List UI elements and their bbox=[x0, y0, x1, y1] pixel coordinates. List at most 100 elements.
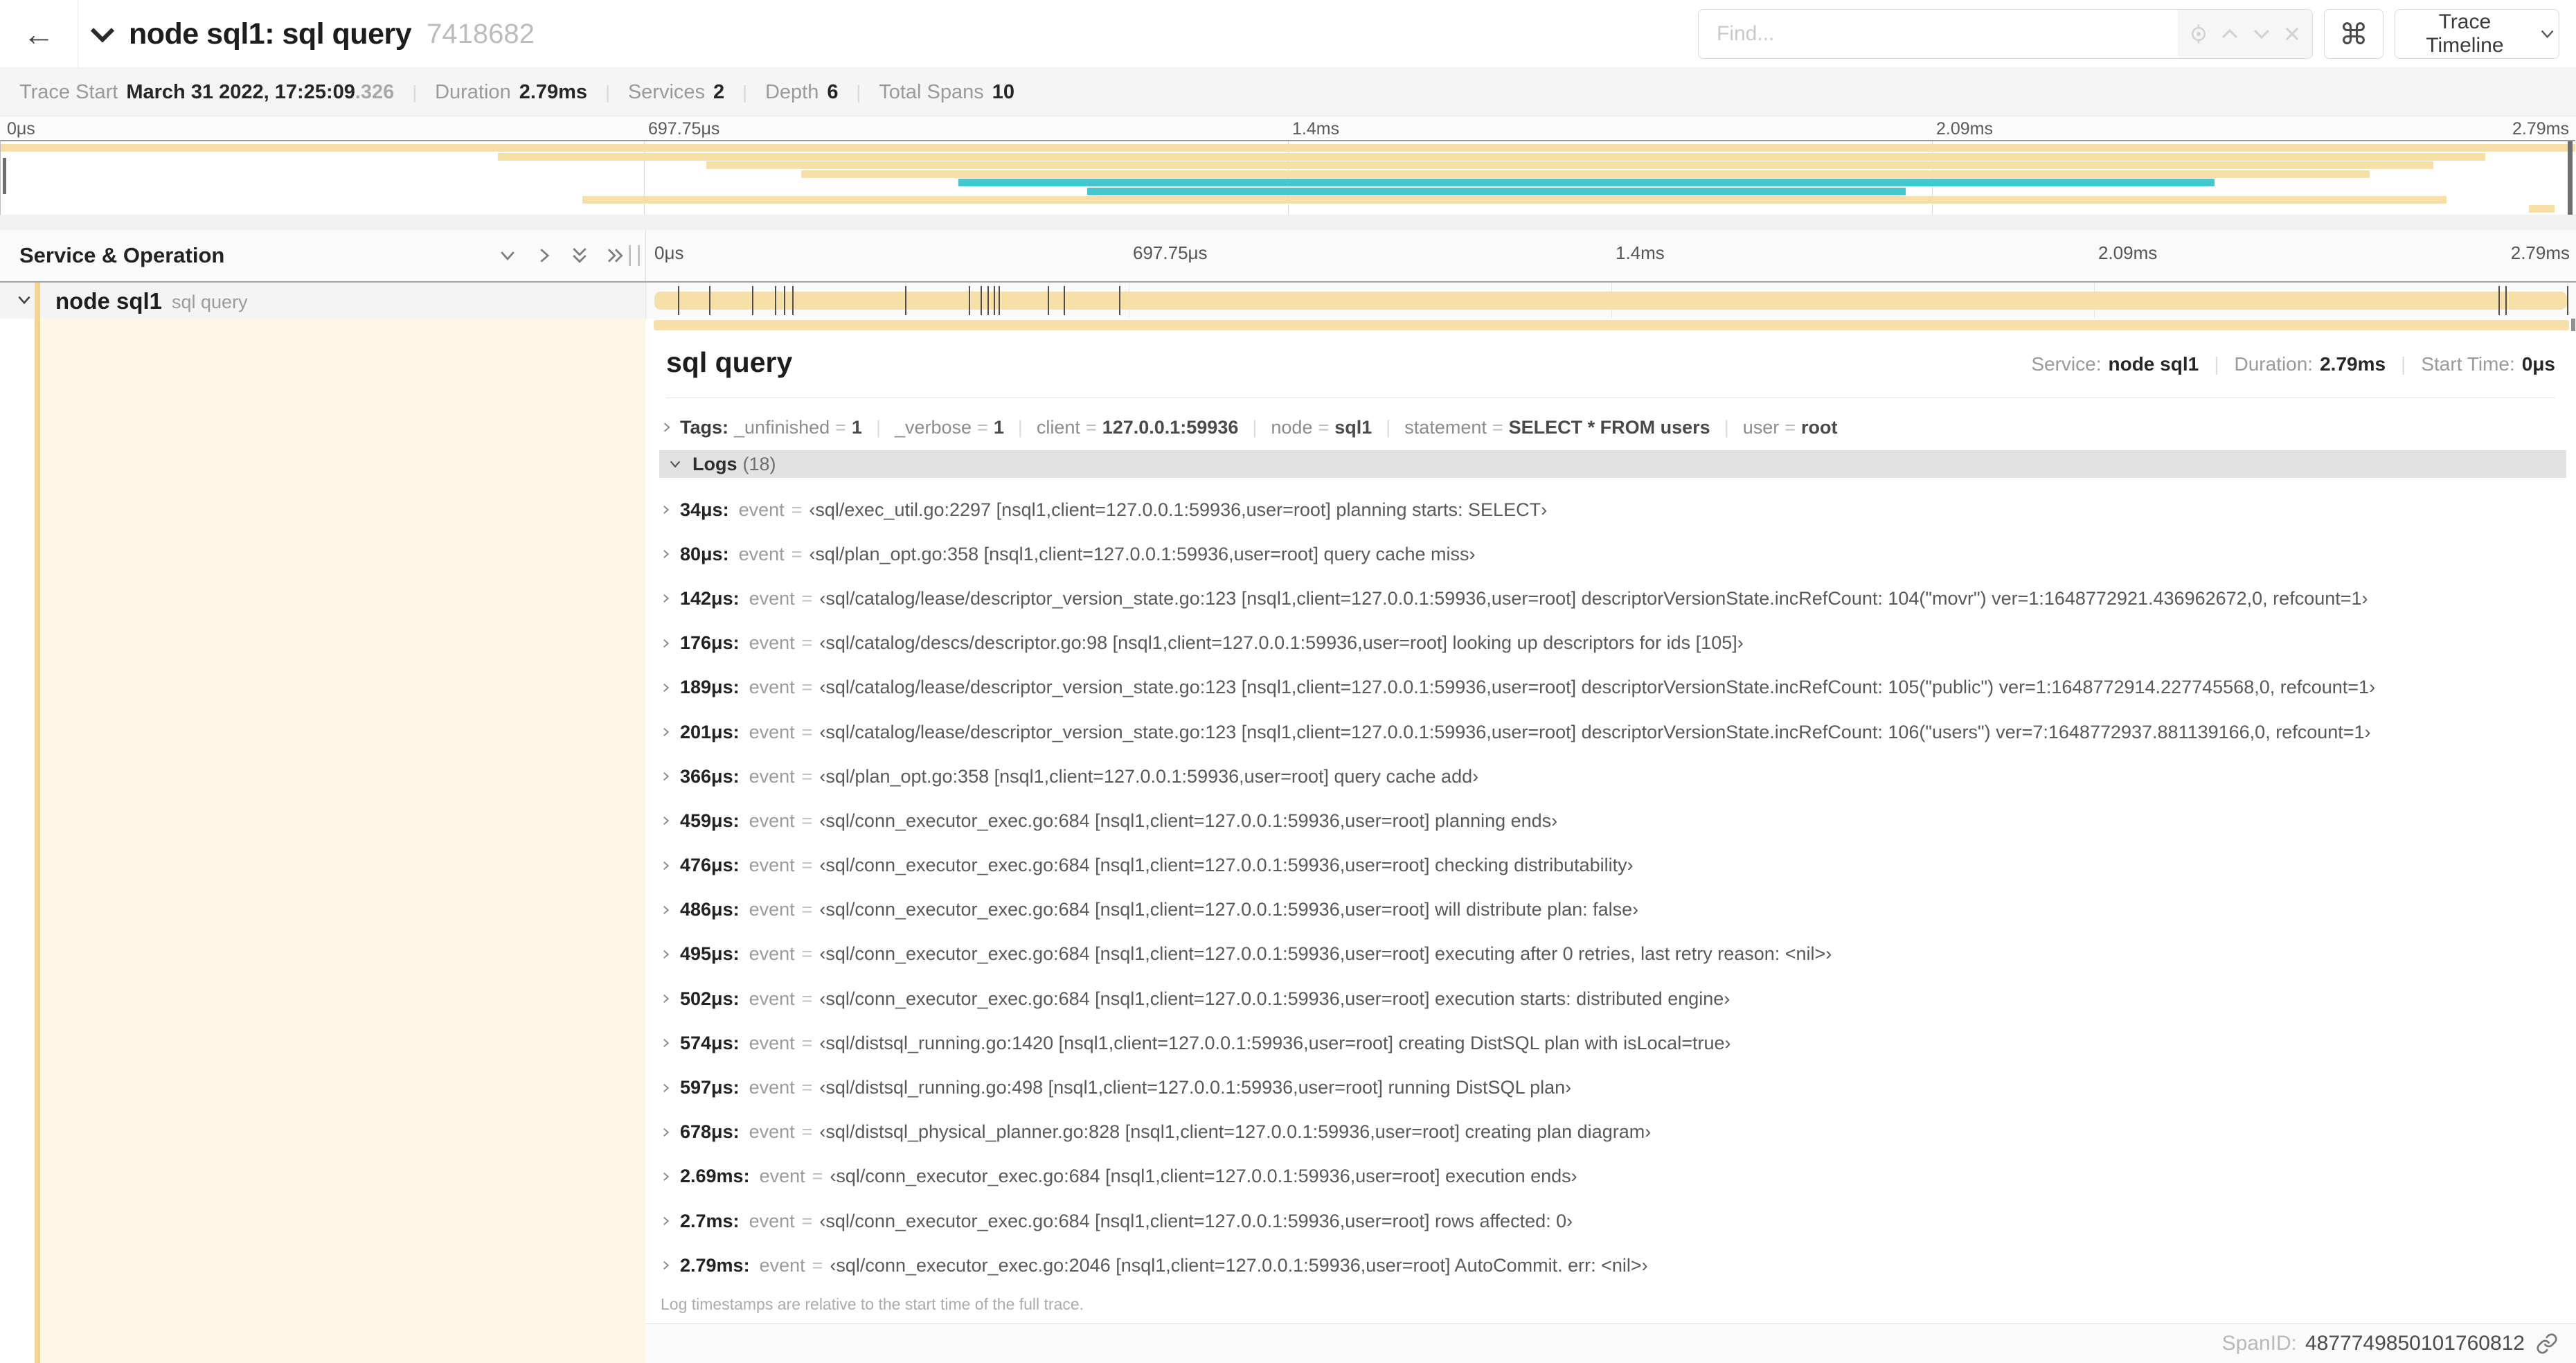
log-marker-tick[interactable] bbox=[791, 286, 794, 315]
ruler-tick: 2.79ms bbox=[2510, 242, 2570, 263]
log-marker-tick[interactable] bbox=[775, 286, 777, 315]
log-expand-chevron-icon bbox=[663, 772, 670, 781]
span-color-stripe bbox=[35, 319, 40, 1363]
service-value: node sql1 bbox=[2108, 353, 2199, 375]
span-operation-name: sql query bbox=[172, 292, 248, 312]
locate-icon[interactable] bbox=[2188, 24, 2209, 44]
log-marker-tick[interactable] bbox=[677, 286, 679, 315]
timeline-ruler: 0μs 697.75μs 1.4ms 2.09ms 2.79ms bbox=[645, 230, 2576, 281]
minimap-right-scrubber-handle[interactable] bbox=[2568, 141, 2573, 215]
timeline-minimap[interactable] bbox=[0, 140, 2575, 216]
logs-label: Logs bbox=[692, 453, 737, 474]
keyboard-shortcuts-button[interactable]: ⌘ bbox=[2324, 9, 2383, 59]
log-marker-tick[interactable] bbox=[1064, 286, 1065, 315]
log-marker-tick[interactable] bbox=[709, 286, 711, 315]
log-marker-tick[interactable] bbox=[969, 286, 971, 315]
log-row[interactable]: 176μs: event = ‹sql/catalog/descs/descripto… bbox=[659, 621, 2566, 666]
next-match-icon[interactable] bbox=[2251, 24, 2272, 44]
expand-one-icon[interactable] bbox=[533, 245, 554, 266]
log-marker-tick[interactable] bbox=[994, 286, 996, 315]
log-row[interactable]: 574μs: event = ‹sql/distsql_running.go:1420… bbox=[659, 1021, 2566, 1065]
log-marker-tick[interactable] bbox=[751, 286, 753, 315]
log-row[interactable]: 366μs: event = ‹sql/plan_opt.go:358 [nsql1,… bbox=[659, 754, 2566, 799]
back-button[interactable]: ← bbox=[0, 0, 78, 68]
expanded-left-column bbox=[0, 319, 645, 1363]
log-row[interactable]: 476μs: event = ‹sql/conn_executor_exec.go:6… bbox=[659, 844, 2566, 888]
minimap-tick: 697.75μs bbox=[648, 119, 720, 139]
collapse-one-icon[interactable] bbox=[497, 245, 518, 266]
column-resizer-grip[interactable] bbox=[629, 245, 640, 266]
tags-row[interactable]: Tags: _unfinished = 1 | _verbose = 1 | client = 12… bbox=[659, 411, 1838, 443]
command-icon: ⌘ bbox=[2339, 17, 2368, 51]
span-color-stripe bbox=[35, 283, 40, 319]
minimap-tick: 0μs bbox=[7, 119, 35, 139]
prev-match-icon[interactable] bbox=[2219, 24, 2240, 44]
log-row[interactable]: 678μs: event = ‹sql/distsql_physical_planne… bbox=[659, 1110, 2566, 1155]
log-marker-tick[interactable] bbox=[998, 286, 1000, 315]
minimap-left-scrubber-handle[interactable] bbox=[3, 158, 6, 194]
log-row[interactable]: 80μs: event = ‹sql/plan_opt.go:358 [nsql1,c… bbox=[659, 532, 2566, 576]
trace-id: 7418682 bbox=[427, 18, 535, 49]
top-bar-actions: ⌘ Trace Timeline bbox=[1698, 9, 2559, 59]
duration-label: Duration bbox=[435, 80, 511, 103]
log-marker-tick[interactable] bbox=[2498, 286, 2500, 315]
chevron-down-icon bbox=[2541, 30, 2554, 39]
log-marker-tick[interactable] bbox=[2505, 286, 2507, 315]
expand-all-icon[interactable] bbox=[605, 245, 626, 266]
span-collapse-chevron-icon[interactable] bbox=[15, 291, 33, 309]
log-row[interactable]: 495μs: event = ‹sql/conn_executor_exec.go:6… bbox=[659, 932, 2566, 977]
tags-list: _unfinished = 1 | _verbose = 1 | client = 127.0.0.… bbox=[734, 416, 1838, 438]
log-row[interactable]: 459μs: event = ‹sql/conn_executor_exec.go:6… bbox=[659, 799, 2566, 843]
services-label: Services bbox=[627, 80, 706, 103]
log-row[interactable]: 486μs: event = ‹sql/conn_executor_exec.go:6… bbox=[659, 888, 2566, 932]
span-row[interactable]: node sql1 sql query bbox=[0, 283, 2576, 319]
back-arrow-icon: ← bbox=[23, 16, 55, 52]
expanded-span-bar bbox=[654, 320, 2569, 330]
logs-section-header[interactable]: Logs (18) bbox=[659, 450, 2566, 478]
ruler-tick: 697.75μs bbox=[1133, 242, 1208, 263]
log-row[interactable]: 142μs: event = ‹sql/catalog/lease/descripto… bbox=[659, 576, 2566, 621]
minimap-span-bar bbox=[582, 196, 2447, 204]
tag-chip: _unfinished = 1 bbox=[734, 416, 862, 438]
trace-start-value: March 31 2022, 17:25:09 bbox=[126, 80, 355, 103]
total-spans-value: 10 bbox=[992, 80, 1015, 103]
clear-find-icon[interactable] bbox=[2282, 24, 2302, 44]
logs-footnote: Log timestamps are relative to the start… bbox=[661, 1295, 1084, 1313]
log-expand-chevron-icon bbox=[663, 1172, 670, 1181]
span-detail-footer: SpanID: 4877749850101760812 bbox=[645, 1324, 2576, 1363]
log-row[interactable]: 201μs: event = ‹sql/catalog/lease/descripto… bbox=[659, 710, 2566, 754]
log-expand-chevron-icon bbox=[663, 594, 670, 603]
minimap-tick-labels: 0μs 697.75μs 1.4ms 2.09ms 2.79ms bbox=[0, 116, 2576, 140]
tags-expand-chevron-icon bbox=[663, 422, 670, 432]
logs-list: 34μs: event = ‹sql/exec_util.go:2297 [nsql1… bbox=[659, 488, 2566, 1288]
span-detail-stats: Service: node sql1 | Duration: 2.79ms | … bbox=[2031, 353, 2555, 375]
find-input[interactable] bbox=[1699, 10, 2178, 58]
log-row[interactable]: 502μs: event = ‹sql/conn_executor_exec.go:6… bbox=[659, 977, 2566, 1021]
log-row[interactable]: 2.7ms: event = ‹sql/conn_executor_exec.go:6… bbox=[659, 1199, 2566, 1243]
log-marker-tick[interactable] bbox=[2567, 286, 2568, 315]
log-row[interactable]: 2.69ms: event = ‹sql/conn_executor_exec.go:… bbox=[659, 1155, 2566, 1199]
collapse-trace-chevron-icon[interactable] bbox=[89, 24, 116, 44]
log-expand-chevron-icon bbox=[663, 1039, 670, 1048]
log-marker-tick[interactable] bbox=[1119, 286, 1121, 315]
log-expand-chevron-icon bbox=[663, 905, 670, 914]
log-marker-tick[interactable] bbox=[981, 286, 983, 315]
top-bar: ← node sql1: sql query 7418682 Find... ⌘… bbox=[0, 0, 2576, 69]
trace-view-select[interactable]: Trace Timeline bbox=[2395, 9, 2559, 59]
log-marker-tick[interactable] bbox=[784, 286, 786, 315]
collapse-all-icon[interactable] bbox=[569, 245, 590, 266]
page-title: node sql1: sql query bbox=[129, 17, 412, 51]
duration-label: Duration: bbox=[2234, 353, 2314, 375]
minimap-span-bar bbox=[497, 152, 2485, 161]
log-marker-tick[interactable] bbox=[905, 286, 907, 315]
log-row[interactable]: 189μs: event = ‹sql/catalog/lease/descripto… bbox=[659, 666, 2566, 710]
deep-link-icon[interactable] bbox=[2536, 1333, 2558, 1355]
trace-start-label: Trace Start bbox=[19, 80, 118, 103]
log-marker-tick[interactable] bbox=[987, 286, 990, 315]
span-duration-bar[interactable] bbox=[654, 292, 2567, 310]
log-row[interactable]: 597μs: event = ‹sql/distsql_running.go:498 … bbox=[659, 1065, 2566, 1110]
log-row[interactable]: 34μs: event = ‹sql/exec_util.go:2297 [nsql1… bbox=[659, 488, 2566, 532]
log-expand-chevron-icon bbox=[663, 817, 670, 826]
log-marker-tick[interactable] bbox=[1048, 286, 1050, 315]
log-row[interactable]: 2.79ms: event = ‹sql/conn_executor_exec.go:… bbox=[659, 1243, 2566, 1288]
